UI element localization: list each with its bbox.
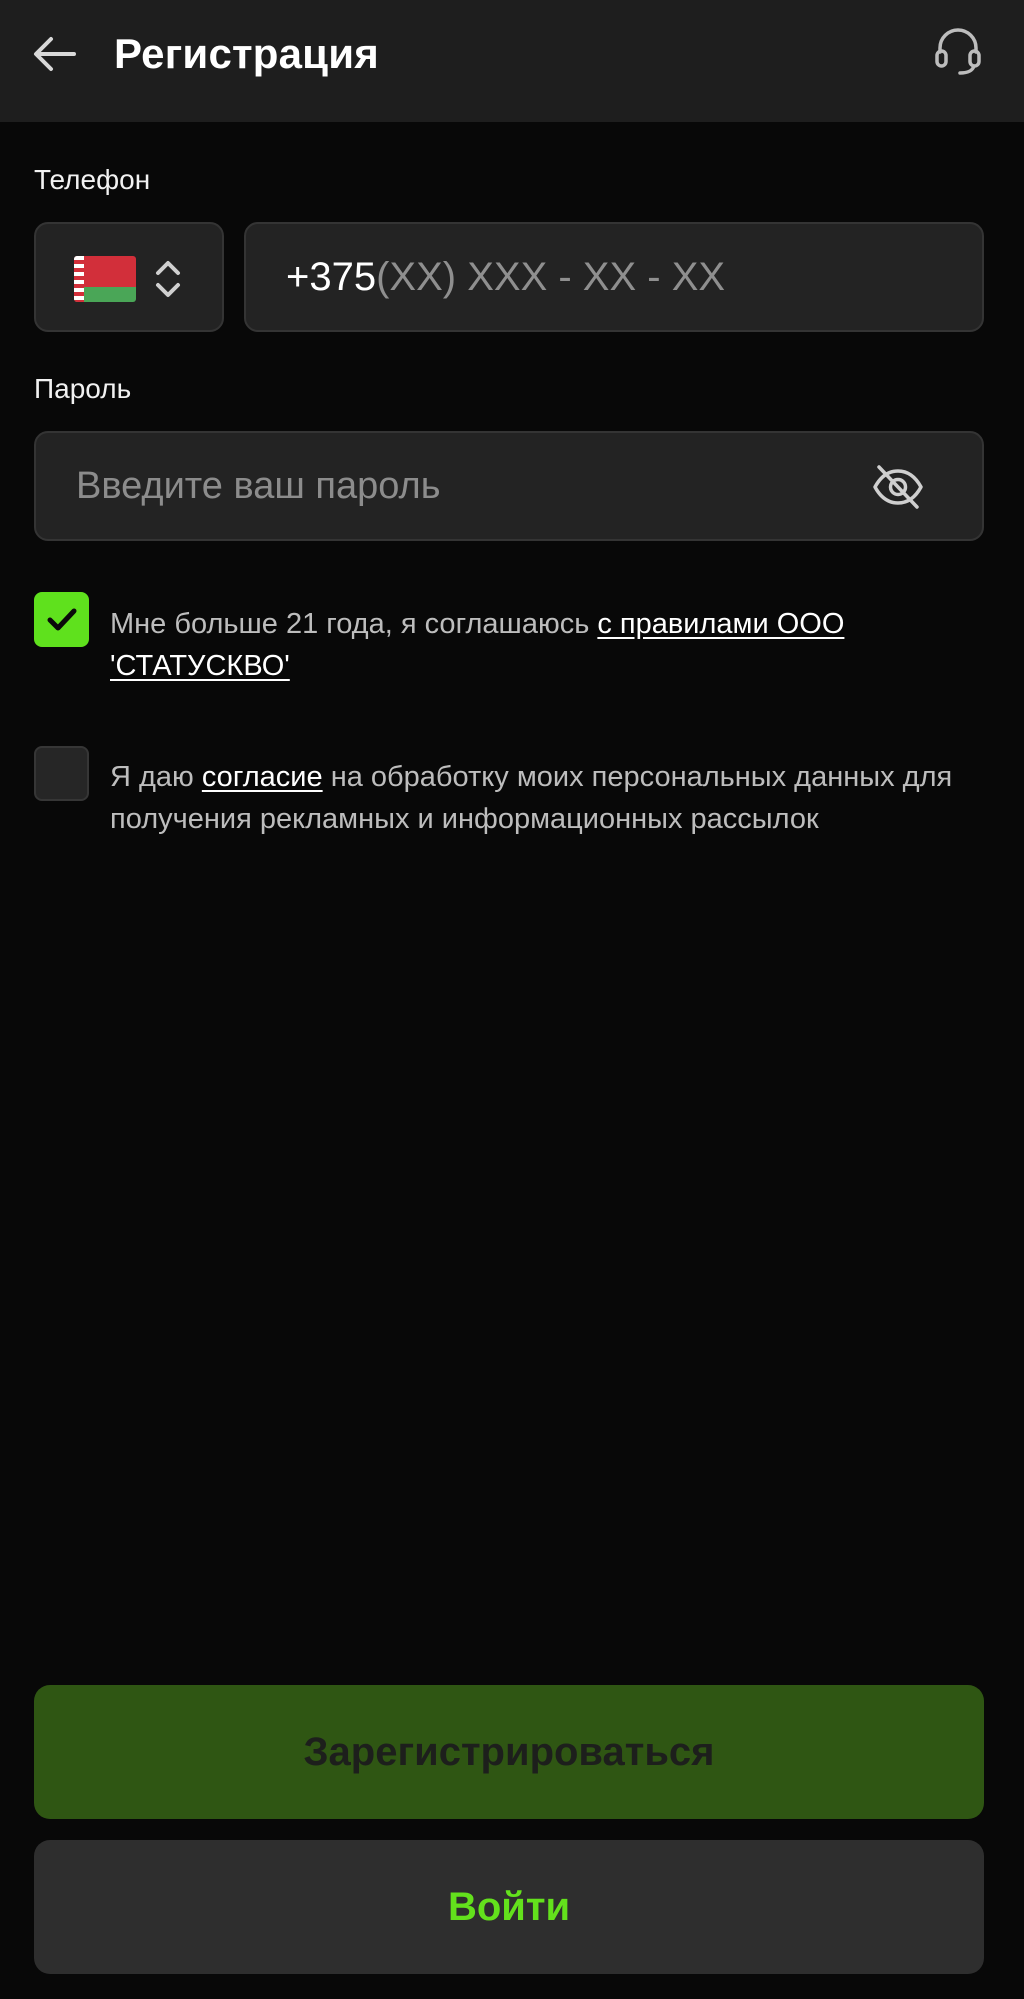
phone-mask: (XX) XXX - XX - XX [376, 255, 726, 299]
eye-off-icon [873, 465, 923, 509]
age-agreement-label: Мне больше 21 года, я соглашаюсь [110, 608, 598, 640]
phone-label: Телефон [34, 164, 151, 195]
password-label: Пароль [34, 373, 132, 404]
password-visibility-toggle[interactable] [868, 459, 928, 515]
marketing-consent-checkbox[interactable] [34, 746, 89, 801]
phone-value: +375(XX) XXX - XX - XX [286, 224, 725, 330]
phone-input[interactable]: +375(XX) XXX - XX - XX [244, 222, 984, 332]
chevron-up-down-icon [156, 261, 180, 297]
back-button[interactable] [22, 22, 86, 86]
checkmark-icon [47, 608, 76, 630]
marketing-consent-prefix: Я даю [110, 761, 202, 793]
country-selector[interactable] [34, 222, 224, 332]
register-button[interactable]: Зарегистрироваться [34, 1685, 984, 1819]
app-header: Регистрация [0, 0, 1024, 122]
belarus-flag-icon [74, 256, 136, 302]
consent-link[interactable]: согласие [202, 761, 323, 793]
age-agreement-checkbox[interactable] [34, 592, 89, 647]
login-button[interactable]: Войти [34, 1840, 984, 1974]
age-agreement-text: Мне больше 21 года, я соглашаюсь с прави… [110, 603, 970, 687]
phone-prefix: +375 [286, 255, 377, 299]
marketing-consent-text: Я даю согласие на обработку моих персона… [110, 756, 970, 840]
page-title: Регистрация [114, 30, 379, 77]
password-input[interactable] [76, 433, 836, 539]
support-button[interactable] [926, 18, 990, 82]
password-field-container [34, 431, 984, 541]
headset-icon [935, 28, 981, 75]
arrow-left-icon [34, 37, 76, 71]
